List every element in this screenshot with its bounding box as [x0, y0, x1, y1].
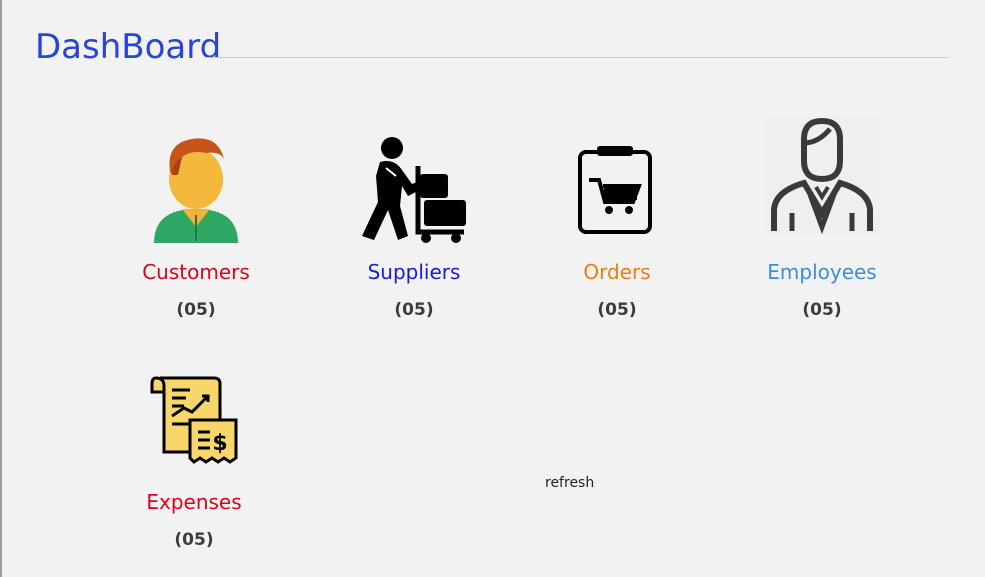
dashboard-window: DashBoard Customers (05) Suppliers (05) — [0, 0, 985, 577]
page-title: DashBoard — [35, 27, 222, 67]
employees-label: Employees — [767, 260, 877, 284]
orders-icon — [578, 146, 652, 234]
suppliers-count: (05) — [394, 300, 434, 320]
expenses-label: Expenses — [146, 490, 242, 514]
customers-label: Customers — [142, 260, 250, 284]
customers-count: (05) — [176, 300, 216, 320]
suppliers-label: Suppliers — [367, 260, 461, 284]
svg-text:$: $ — [212, 431, 227, 456]
employees-tile[interactable]: Employees (05) — [742, 115, 902, 325]
orders-label: Orders — [583, 260, 651, 284]
customers-tile[interactable]: Customers (05) — [116, 130, 276, 325]
orders-count: (05) — [597, 300, 637, 320]
customer-icon — [154, 138, 238, 243]
orders-tile[interactable]: Orders (05) — [537, 130, 697, 325]
expenses-icon: $ — [150, 376, 238, 464]
title-divider — [206, 57, 949, 58]
supplier-icon — [362, 137, 466, 243]
employee-icon — [764, 117, 880, 235]
employees-count: (05) — [802, 300, 842, 320]
suppliers-tile[interactable]: Suppliers (05) — [334, 130, 494, 325]
expenses-tile[interactable]: $ Expenses (05) — [114, 370, 274, 555]
refresh-button[interactable]: refresh — [545, 475, 594, 491]
expenses-count: (05) — [174, 530, 214, 550]
